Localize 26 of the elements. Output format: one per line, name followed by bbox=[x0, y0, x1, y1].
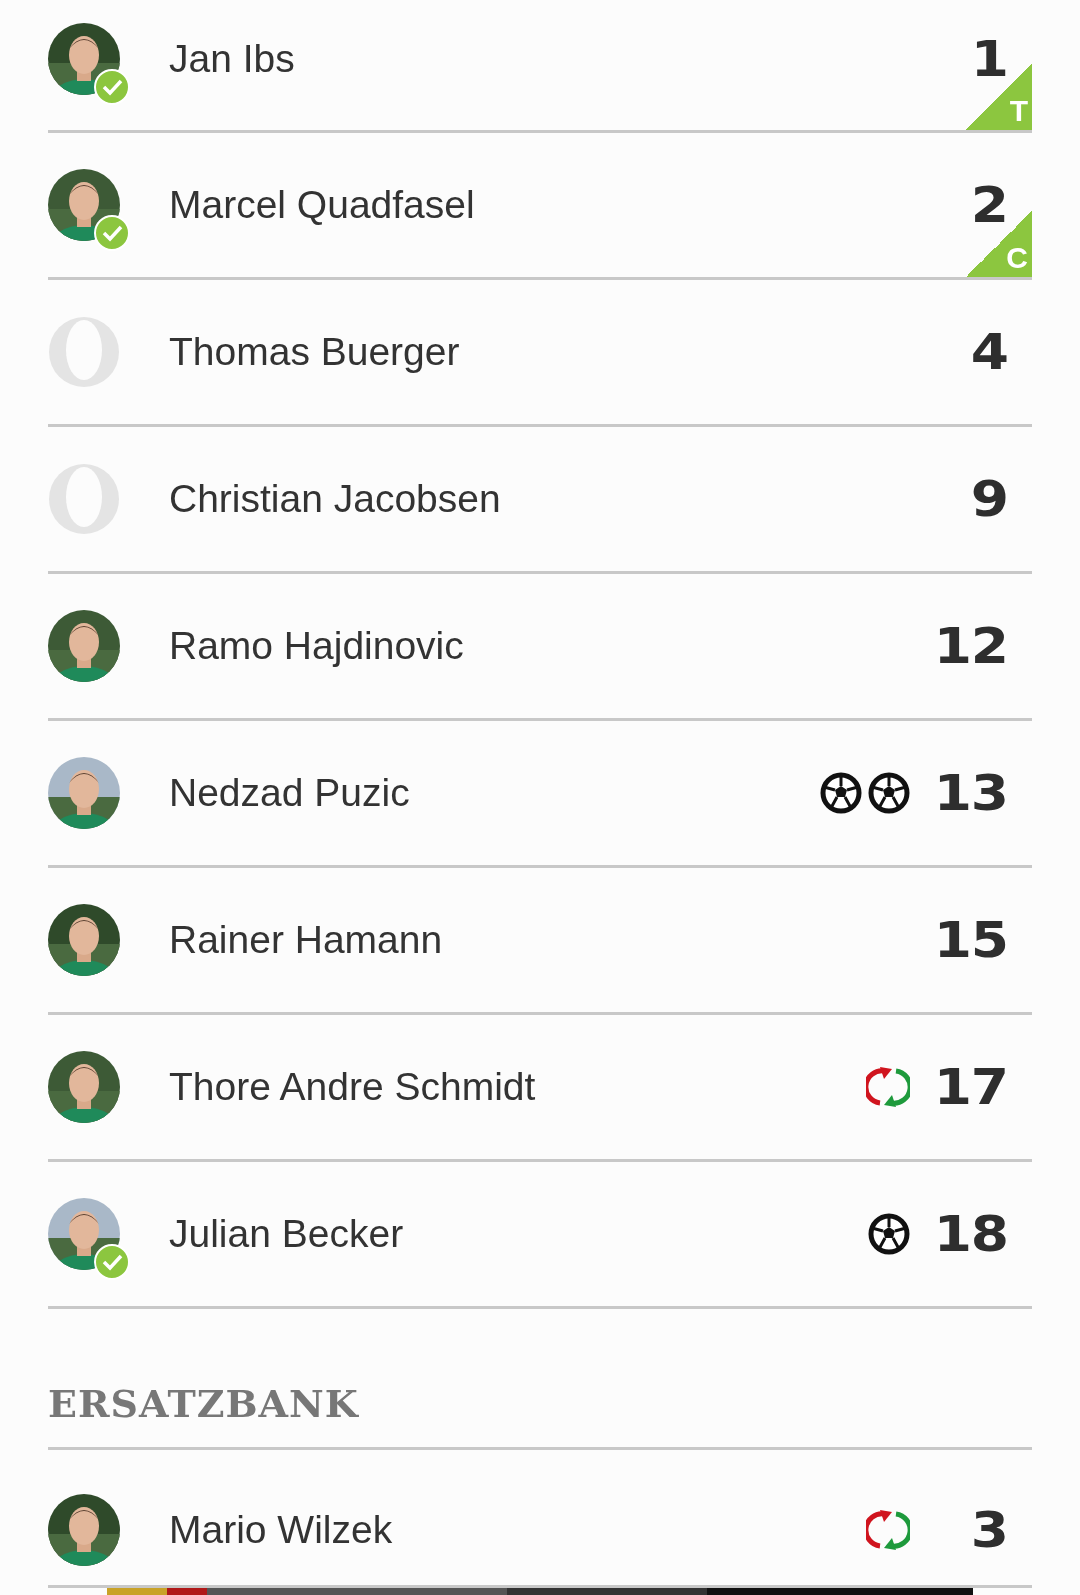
player-name: Christian Jacobsen bbox=[169, 477, 502, 521]
player-name: Julian Becker bbox=[169, 1212, 405, 1256]
substitution-icon bbox=[866, 1065, 910, 1109]
football-icon bbox=[868, 1213, 910, 1255]
football-icon bbox=[820, 772, 862, 814]
avatar-placeholder-icon bbox=[48, 463, 120, 535]
avatar-placeholder-icon bbox=[48, 316, 120, 388]
player-name: Ramo Hajdinovic bbox=[169, 624, 465, 668]
shirt-number: 12 bbox=[932, 617, 1008, 675]
football-icon bbox=[868, 772, 910, 814]
player-name: Marcel Quadfasel bbox=[169, 183, 476, 227]
substitution-icon bbox=[866, 1507, 910, 1552]
player-name: Rainer Hamann bbox=[169, 918, 444, 962]
player-name: Jan Ibs bbox=[169, 37, 296, 81]
shirt-number: 18 bbox=[932, 1205, 1008, 1263]
shirt-number: 3 bbox=[969, 1500, 1008, 1559]
shirt-number: 4 bbox=[969, 323, 1008, 381]
player-name: Nedzad Puzic bbox=[169, 771, 411, 815]
section-heading: ERSATZBANK bbox=[48, 1381, 359, 1426]
player-name: Thomas Buerger bbox=[169, 330, 461, 374]
shirt-number: 13 bbox=[932, 764, 1008, 822]
shirt-number: 15 bbox=[932, 911, 1008, 969]
player-name: Thore Andre Schmidt bbox=[169, 1065, 537, 1109]
shirt-number: 9 bbox=[969, 470, 1008, 528]
shirt-number: 17 bbox=[932, 1058, 1008, 1116]
player-name: Mario Wilzek bbox=[169, 1507, 394, 1552]
